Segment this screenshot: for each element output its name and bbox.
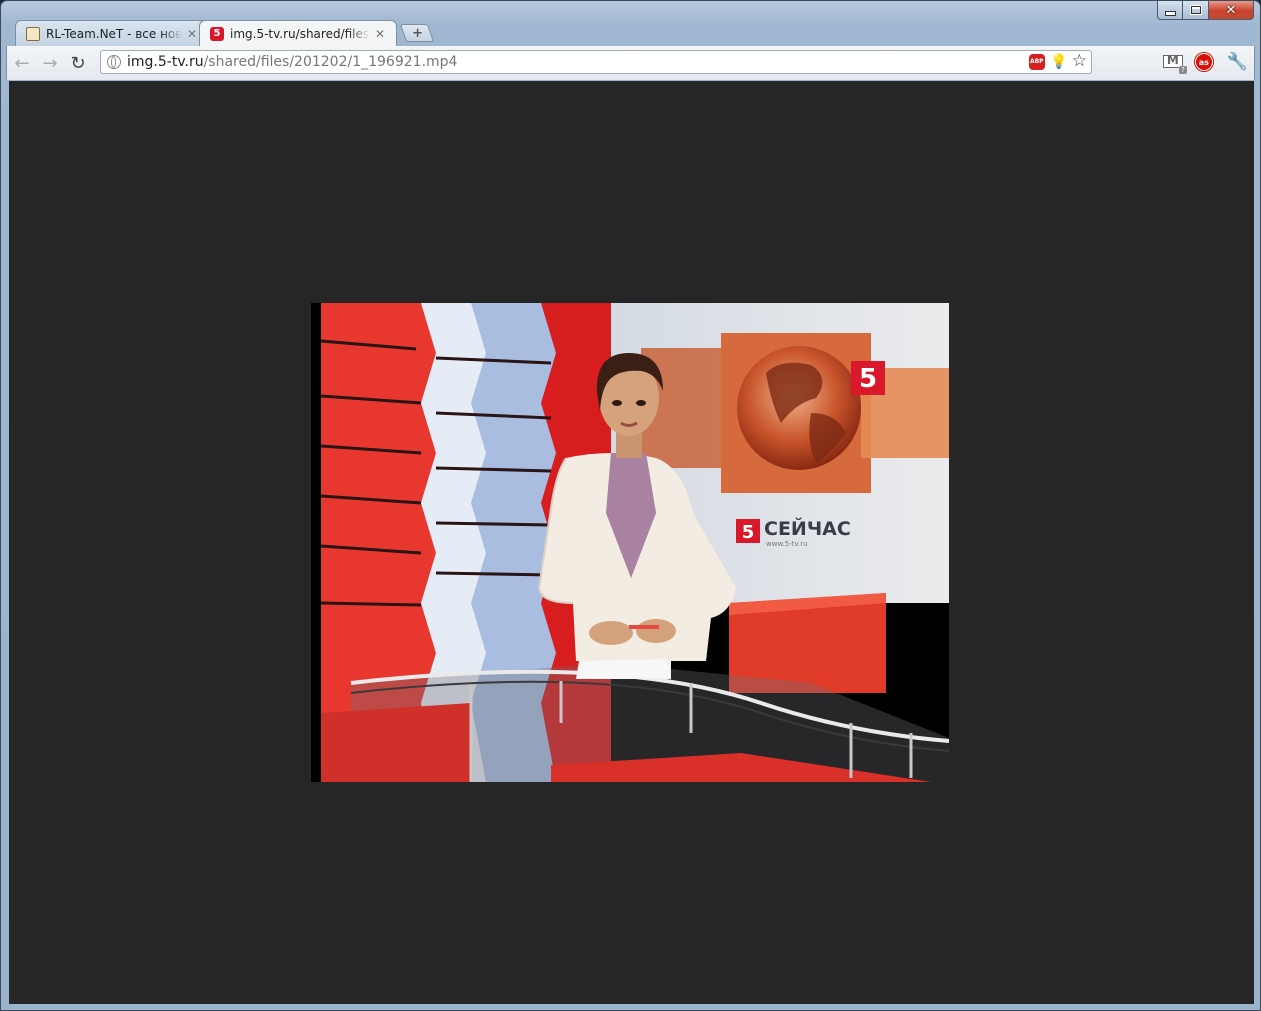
tab-title: RL-Team.NeT - все новинк [46, 26, 182, 41]
back-arrow-icon: ← [14, 52, 30, 74]
bookmark-star-icon[interactable]: ☆ [1072, 53, 1087, 70]
unread-count-badge: ? [1179, 66, 1187, 74]
lastfm-icon[interactable]: as [1194, 53, 1213, 71]
close-window-button[interactable]: ✕ [1209, 1, 1254, 20]
tab-close-icon[interactable]: ✕ [186, 27, 198, 41]
extension-icons: ? as 🔧 [1162, 52, 1248, 74]
wrench-menu-icon[interactable]: 🔧 [1227, 52, 1248, 72]
tab-title: img.5-tv.ru/shared/files/20 [230, 26, 370, 41]
page-content: 5 5 СЕЙЧАС www.5-tv.ru [9, 81, 1254, 1004]
tab-close-icon[interactable]: ✕ [374, 27, 386, 41]
maximize-button[interactable] [1183, 1, 1209, 20]
reload-icon: ↻ [70, 52, 86, 74]
video-player[interactable]: 5 5 СЕЙЧАС www.5-tv.ru [311, 303, 949, 782]
video-frame: 5 5 СЕЙЧАС www.5-tv.ru [311, 303, 949, 782]
seichas-logo-number: 5 [742, 522, 755, 543]
tab-video[interactable]: 5 img.5-tv.ru/shared/files/20 ✕ [199, 20, 397, 46]
channel5-favicon-icon: 5 [210, 26, 224, 41]
window-controls: ✕ [1157, 1, 1254, 20]
back-button[interactable]: ← [9, 50, 35, 76]
gmail-checker-icon[interactable]: ? [1162, 53, 1187, 74]
address-bar[interactable]: img.5-tv.ru/shared/files/201202/1_196921… [100, 50, 1092, 74]
reload-button[interactable]: ↻ [65, 50, 91, 76]
url-host: img.5-tv.ru [127, 54, 204, 70]
omnibox-icons: ABP 💡 ☆ [1023, 53, 1087, 70]
new-tab-button[interactable]: + [399, 24, 435, 42]
forward-arrow-icon: → [42, 52, 58, 74]
url-path: /shared/files/201202/1_196921.mp4 [203, 54, 458, 70]
screen-channel-logo: 5 [859, 364, 877, 394]
globe-icon [107, 55, 121, 69]
minimize-icon [1164, 10, 1176, 16]
seichas-logo-text: СЕЙЧАС [764, 517, 851, 540]
tab-strip: RL-Team.NeT - все новинк ✕ 5 img.5-tv.ru… [15, 20, 435, 46]
toolbar: ← → ↻ img.5-tv.ru/shared/files/201202/1_… [6, 46, 1255, 80]
rl-team-favicon-icon [26, 26, 40, 41]
browser-window: ✕ RL-Team.NeT - все новинк ✕ 5 img.5-tv.… [0, 0, 1261, 1011]
minimize-button[interactable] [1157, 1, 1183, 20]
close-icon: ✕ [1225, 2, 1237, 18]
lightbulb-icon[interactable]: 💡 [1050, 53, 1067, 70]
adblock-plus-icon[interactable]: ABP [1028, 53, 1045, 70]
maximize-icon [1189, 5, 1202, 15]
seichas-logo-url: www.5-tv.ru [766, 540, 808, 548]
forward-button[interactable]: → [37, 50, 63, 76]
plus-icon: + [411, 25, 423, 41]
tab-rl-team[interactable]: RL-Team.NeT - все новинк ✕ [15, 20, 209, 46]
